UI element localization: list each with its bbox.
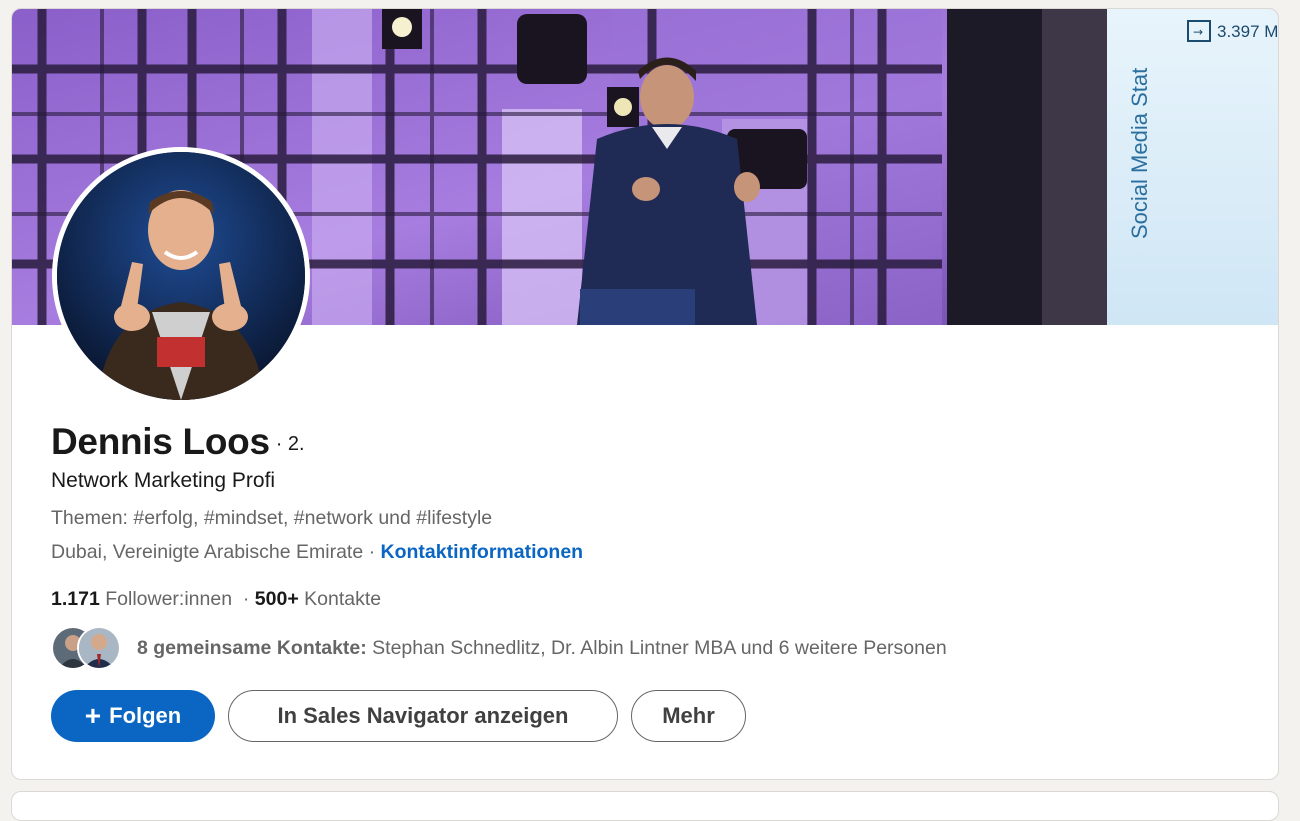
profile-card: → 3.397 M Social Media Stat Dennis Loos …	[11, 8, 1279, 780]
more-button[interactable]: Mehr	[631, 690, 746, 742]
connection-degree-badge: · 2.	[275, 433, 305, 455]
profile-topics: Themen: #erfolg, #mindset, #network und …	[51, 507, 493, 529]
stats-separator: ·	[232, 588, 255, 610]
avatar-image	[57, 152, 305, 400]
next-section-card	[11, 791, 1279, 821]
profile-location-row: Dubai, Vereinigte Arabische Emirate · Ko…	[51, 541, 583, 564]
svg-text:→: →	[1193, 25, 1203, 39]
profile-name: Dennis Loos	[51, 421, 270, 462]
connections-label[interactable]: Kontakte	[299, 588, 381, 610]
mutual-avatars	[51, 625, 125, 671]
banner-screen-text: Social Media Stat	[1127, 68, 1152, 239]
followers-count: 1.171	[51, 588, 100, 610]
profile-actions: + Folgen In Sales Navigator anzeigen Mehr	[51, 690, 746, 742]
location-separator: ·	[363, 541, 381, 563]
banner-screen-counter: 3.397 M	[1217, 22, 1278, 41]
mutual-connections-text[interactable]: 8 gemeinsame Kontakte: Stephan Schnedlit…	[137, 637, 947, 660]
mutual-avatar-2	[77, 626, 121, 670]
profile-name-row: Dennis Loos · 2.	[51, 421, 305, 463]
profile-stats: 1.171 Follower:innen · 500+ Kontakte	[51, 588, 381, 611]
contact-info-link[interactable]: Kontaktinformationen	[381, 541, 584, 563]
profile-avatar[interactable]	[52, 147, 310, 405]
connections-count[interactable]: 500+	[255, 588, 299, 610]
mutual-names: Stephan Schnedlitz, Dr. Albin Lintner MB…	[366, 636, 947, 659]
sales-navigator-button[interactable]: In Sales Navigator anzeigen	[228, 690, 618, 742]
plus-icon: +	[84, 700, 102, 731]
mutual-count: 8 gemeinsame Kontakte:	[137, 636, 367, 659]
followers-label: Follower:innen	[99, 588, 233, 610]
profile-headline: Network Marketing Profi	[51, 469, 276, 492]
mutual-connections[interactable]: 8 gemeinsame Kontakte: Stephan Schnedlit…	[51, 625, 947, 671]
profile-location: Dubai, Vereinigte Arabische Emirate	[51, 541, 364, 563]
follow-label: Folgen	[109, 703, 182, 728]
follow-button[interactable]: + Folgen	[51, 690, 215, 742]
